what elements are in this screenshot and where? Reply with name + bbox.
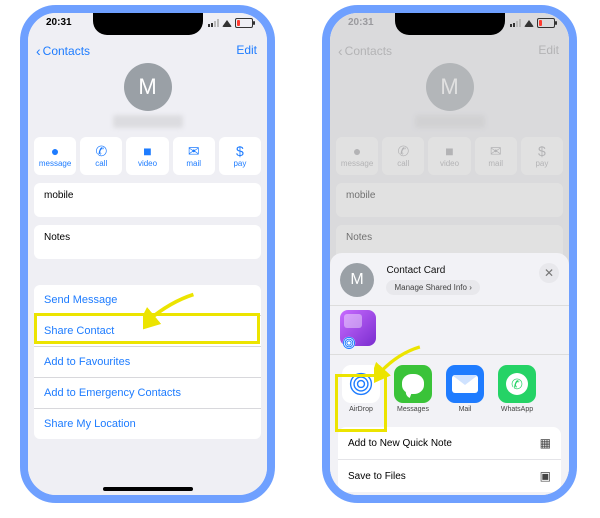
signal-icon bbox=[510, 19, 521, 27]
share-contact-button[interactable]: Share Contact bbox=[34, 316, 261, 347]
messages-icon bbox=[394, 365, 432, 403]
share-actions-list: Add to New Quick Note ▦ Save to Files ▣ bbox=[338, 427, 561, 492]
options-list: Send Message Share Contact Add to Favour… bbox=[34, 285, 261, 439]
status-time: 20:31 bbox=[46, 17, 72, 28]
quick-note-label: Add to New Quick Note bbox=[348, 438, 452, 449]
battery-icon bbox=[537, 18, 555, 28]
add-emergency-button[interactable]: Add to Emergency Contacts bbox=[34, 378, 261, 409]
edit-button[interactable]: Edit bbox=[236, 43, 257, 57]
notch bbox=[395, 13, 505, 35]
messages-button[interactable]: Messages bbox=[392, 365, 434, 413]
close-button[interactable]: ✕ bbox=[539, 263, 559, 283]
mail-share-label: Mail bbox=[459, 406, 472, 413]
mobile-section[interactable]: mobile bbox=[34, 183, 261, 217]
phone-left: 20:31 ‹ Contacts Edit M ● message ✆ call bbox=[20, 5, 275, 503]
nearby-device-icon bbox=[340, 310, 376, 346]
screen: 20:31 ‹ Contacts Edit M ●message ✆call ■… bbox=[330, 13, 569, 495]
manage-shared-info-button[interactable]: Manage Shared Info › bbox=[386, 280, 479, 295]
call-label: call bbox=[95, 159, 107, 168]
share-location-button[interactable]: Share My Location bbox=[34, 409, 261, 439]
pay-label: pay bbox=[233, 159, 246, 168]
back-label: Contacts bbox=[43, 44, 90, 58]
message-label: message bbox=[39, 159, 71, 168]
add-favourites-button[interactable]: Add to Favourites bbox=[34, 347, 261, 378]
chevron-left-icon: ‹ bbox=[36, 43, 41, 59]
video-icon: ■ bbox=[143, 144, 151, 158]
notch bbox=[93, 13, 203, 35]
send-message-button[interactable]: Send Message bbox=[34, 285, 261, 316]
phone-right: 20:31 ‹ Contacts Edit M ●message ✆call ■… bbox=[322, 5, 577, 503]
screen: 20:31 ‹ Contacts Edit M ● message ✆ call bbox=[28, 13, 267, 495]
status-indicators bbox=[208, 18, 253, 28]
mail-button[interactable]: ✉ mail bbox=[173, 137, 215, 175]
whatsapp-label: WhatsApp bbox=[501, 406, 533, 413]
sheet-title: Contact Card bbox=[386, 265, 445, 276]
share-sheet: M Contact Card Manage Shared Info › ✕ bbox=[330, 253, 569, 495]
action-row: ● message ✆ call ■ video ✉ mail $ pay bbox=[34, 137, 261, 175]
call-icon: ✆ bbox=[95, 144, 107, 158]
signal-icon bbox=[208, 19, 219, 27]
video-label: video bbox=[138, 159, 157, 168]
messages-label: Messages bbox=[397, 406, 429, 413]
notes-section[interactable]: Notes bbox=[34, 225, 261, 259]
whatsapp-button[interactable]: WhatsApp bbox=[496, 365, 538, 413]
note-icon: ▦ bbox=[540, 436, 551, 450]
chevron-right-icon: › bbox=[469, 283, 472, 292]
mail-icon: ✉ bbox=[188, 144, 200, 158]
battery-icon bbox=[235, 18, 253, 28]
airdrop-icon bbox=[342, 365, 380, 403]
mail-share-button[interactable]: Mail bbox=[444, 365, 486, 413]
call-button[interactable]: ✆ call bbox=[80, 137, 122, 175]
airdrop-label: AirDrop bbox=[349, 406, 373, 413]
back-button[interactable]: ‹ Contacts bbox=[36, 43, 90, 59]
message-button[interactable]: ● message bbox=[34, 137, 76, 175]
message-icon: ● bbox=[51, 144, 59, 158]
mail-app-icon bbox=[446, 365, 484, 403]
folder-icon: ▣ bbox=[540, 469, 551, 483]
contact-name bbox=[113, 115, 183, 128]
status-time: 20:31 bbox=[348, 17, 374, 28]
nav-bar: ‹ Contacts Edit bbox=[28, 39, 267, 65]
airdrop-button[interactable]: AirDrop bbox=[340, 365, 382, 413]
share-apps-row: AirDrop Messages Mail WhatsApp bbox=[330, 355, 569, 423]
quick-note-button[interactable]: Add to New Quick Note ▦ bbox=[338, 427, 561, 460]
nearby-row[interactable] bbox=[330, 305, 569, 355]
home-indicator[interactable] bbox=[103, 487, 193, 491]
save-files-button[interactable]: Save to Files ▣ bbox=[338, 460, 561, 492]
mail-label: mail bbox=[186, 159, 201, 168]
video-button[interactable]: ■ video bbox=[126, 137, 168, 175]
contact-avatar: M bbox=[124, 63, 172, 111]
save-files-label: Save to Files bbox=[348, 471, 406, 482]
whatsapp-icon bbox=[498, 365, 536, 403]
sheet-avatar: M bbox=[340, 263, 374, 297]
wifi-icon bbox=[524, 20, 534, 27]
share-sheet-header: M Contact Card Manage Shared Info › ✕ bbox=[330, 253, 569, 305]
airdrop-badge-icon bbox=[342, 336, 356, 350]
pay-icon: $ bbox=[236, 144, 244, 158]
wifi-icon bbox=[222, 20, 232, 27]
pay-button[interactable]: $ pay bbox=[219, 137, 261, 175]
status-indicators bbox=[510, 18, 555, 28]
